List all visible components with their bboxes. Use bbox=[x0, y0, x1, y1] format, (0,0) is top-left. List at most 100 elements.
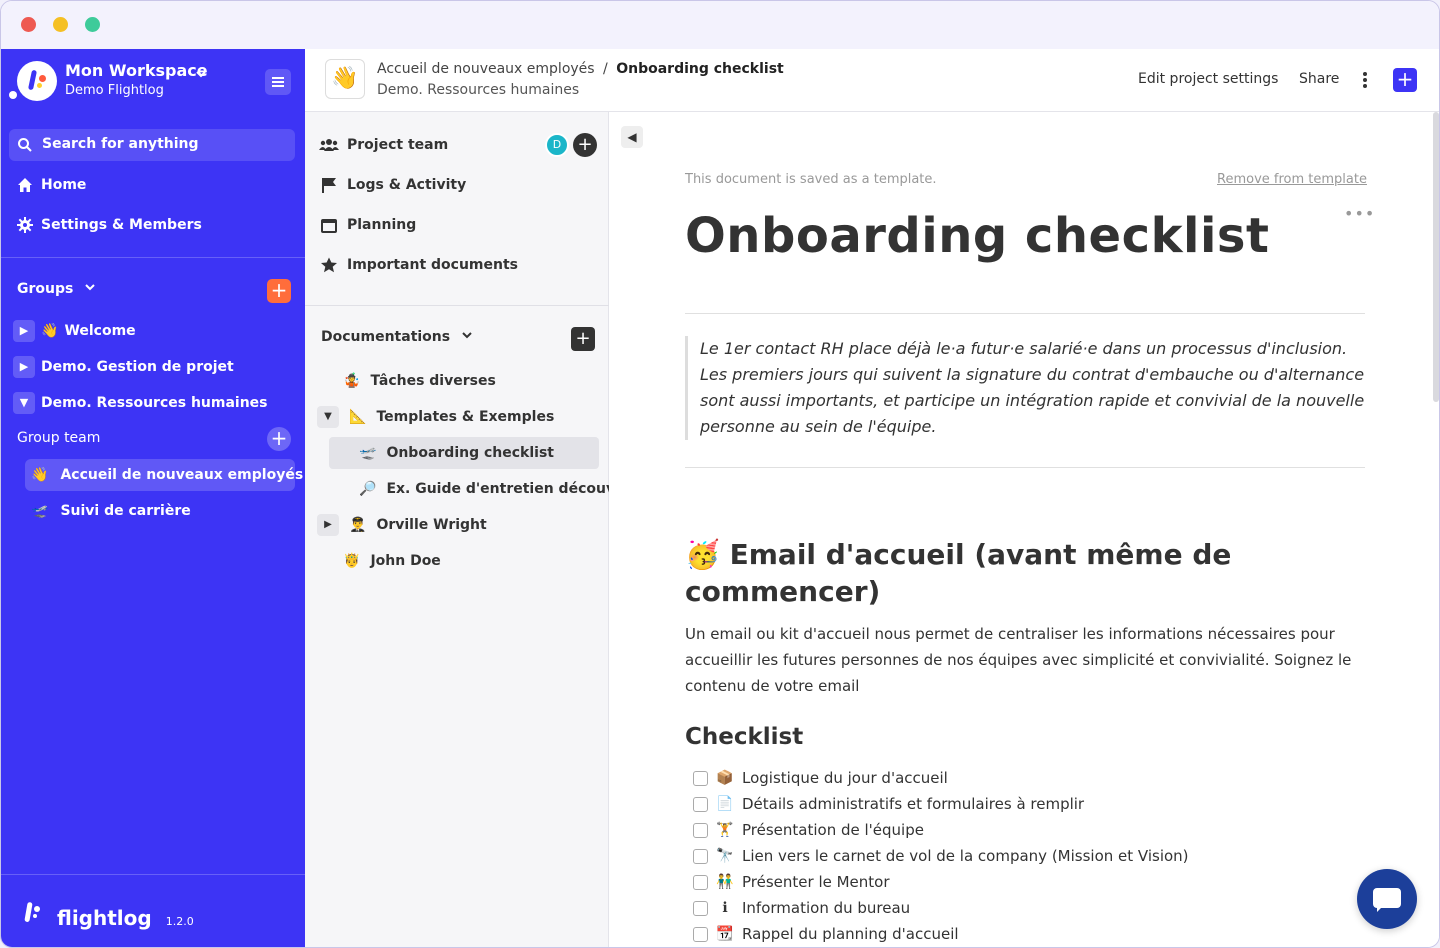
panel-item-important-docs[interactable]: Important documents bbox=[319, 253, 518, 277]
panel-item-logs[interactable]: Logs & Activity bbox=[319, 173, 466, 197]
document-title[interactable]: Onboarding checklist bbox=[685, 208, 1269, 264]
checkbox[interactable] bbox=[693, 770, 708, 786]
checklist-item[interactable]: 📄 Détails administratifs et formulaires … bbox=[693, 793, 1084, 815]
group-emoji: 👋 bbox=[41, 323, 59, 339]
checklist-item[interactable]: 📆 Rappel du planning d'accueil bbox=[693, 923, 959, 945]
intro-quote[interactable]: Le 1er contact RH place déjà le·a futur·… bbox=[685, 336, 1365, 440]
more-horizontal-icon[interactable]: ••• bbox=[1344, 204, 1375, 223]
add-button[interactable]: + bbox=[1393, 68, 1417, 92]
add-group-button[interactable]: + bbox=[267, 279, 291, 303]
doc-taches-diverses[interactable]: 🤹 Tâches diverses bbox=[343, 365, 496, 397]
project-emoji-icon[interactable]: 👋 bbox=[325, 59, 365, 99]
more-options-icon[interactable] bbox=[1357, 69, 1373, 91]
divider bbox=[305, 305, 609, 306]
remove-from-template-link[interactable]: Remove from template bbox=[1217, 172, 1367, 187]
sidebar-menu-button[interactable] bbox=[265, 69, 291, 95]
collapse-panel-icon[interactable]: ◀ bbox=[621, 126, 643, 148]
divider bbox=[685, 313, 1365, 314]
app-version: 1.2.0 bbox=[165, 915, 194, 928]
scrollbar[interactable] bbox=[1433, 112, 1439, 402]
checkbox[interactable] bbox=[693, 874, 708, 890]
chevron-down-icon[interactable]: ▼ bbox=[13, 392, 35, 414]
doc-guide-entretien[interactable]: 🔎 Ex. Guide d'entretien découve... bbox=[359, 473, 641, 505]
workspace-switcher[interactable]: Mon Workspace Demo Flightlog bbox=[9, 61, 297, 101]
groups-header[interactable]: Groups bbox=[17, 281, 96, 297]
sidebar-item-settings[interactable]: Settings & Members bbox=[17, 213, 202, 237]
calendar-icon bbox=[321, 219, 337, 233]
checkbox[interactable] bbox=[693, 796, 708, 812]
group-label: Demo. Gestion de projet bbox=[41, 359, 234, 375]
checklist-item[interactable]: 👬 Présenter le Mentor bbox=[693, 871, 890, 893]
item-emoji: 🔭 bbox=[716, 848, 734, 864]
chevron-down-icon bbox=[462, 332, 472, 339]
chevron-right-icon[interactable]: ▶ bbox=[317, 514, 339, 536]
group-gestion-projet[interactable]: ▶ Demo. Gestion de projet bbox=[13, 355, 234, 379]
checklist-heading[interactable]: Checklist bbox=[685, 724, 803, 750]
chat-support-button[interactable] bbox=[1357, 869, 1417, 929]
doc-emoji: 👨‍✈️ bbox=[349, 517, 367, 533]
gear-icon bbox=[17, 217, 33, 233]
checkbox[interactable] bbox=[693, 926, 708, 942]
item-emoji: 👬 bbox=[716, 874, 734, 890]
chevron-right-icon[interactable]: ▶ bbox=[13, 320, 35, 342]
sidebar-item-home[interactable]: Home bbox=[17, 173, 86, 197]
doc-label: John Doe bbox=[370, 553, 441, 569]
item-emoji: 📆 bbox=[716, 926, 734, 942]
breadcrumb-parent[interactable]: Accueil de nouveaux employés bbox=[377, 61, 595, 77]
checklist-item[interactable]: ℹ Information du bureau bbox=[693, 897, 910, 919]
search-input[interactable]: Search for anything bbox=[9, 129, 295, 161]
add-document-button[interactable]: + bbox=[571, 327, 595, 351]
add-team-member-button[interactable]: + bbox=[573, 133, 597, 157]
checklist-item[interactable]: 🔭 Lien vers le carnet de vol de la compa… bbox=[693, 845, 1189, 867]
share-button[interactable]: Share bbox=[1299, 71, 1339, 87]
project-suivi-carriere[interactable]: 🛫 Suivi de carrière bbox=[25, 495, 295, 527]
doc-label: Onboarding checklist bbox=[386, 445, 554, 461]
item-text: Lien vers le carnet de vol de la company… bbox=[742, 847, 1189, 865]
divider bbox=[1, 874, 305, 875]
doc-templates-exemples[interactable]: ▼ 📐 Templates & Exemples bbox=[317, 401, 554, 433]
group-welcome[interactable]: ▶ 👋 Welcome bbox=[13, 319, 136, 343]
group-ressources-humaines[interactable]: ▼ Demo. Ressources humaines bbox=[13, 391, 268, 415]
checkbox[interactable] bbox=[693, 900, 708, 916]
maximize-window-button[interactable] bbox=[85, 17, 100, 32]
group-team-label[interactable]: Group team bbox=[17, 430, 100, 446]
section-heading[interactable]: 🥳 Email d'accueil (avant même de commenc… bbox=[685, 536, 1285, 610]
project-emoji: 👋 bbox=[31, 467, 49, 483]
project-label: Suivi de carrière bbox=[60, 503, 191, 519]
chevron-right-icon[interactable]: ▶ bbox=[13, 356, 35, 378]
doc-label: Templates & Exemples bbox=[376, 409, 555, 425]
documentations-label: Documentations bbox=[321, 329, 451, 345]
checklist-item[interactable]: 🏋 Présentation de l'équipe bbox=[693, 819, 924, 841]
chevron-down-icon bbox=[196, 71, 206, 78]
sidebar-item-label: Settings & Members bbox=[41, 217, 202, 233]
doc-john-doe[interactable]: 🤴 John Doe bbox=[343, 545, 441, 577]
doc-emoji: 🤴 bbox=[343, 553, 361, 569]
checkbox[interactable] bbox=[693, 822, 708, 838]
project-panel: Project team D + Logs & Activity Plannin… bbox=[305, 112, 641, 947]
doc-label: Ex. Guide d'entretien découve... bbox=[386, 481, 641, 497]
panel-item-project-team[interactable]: Project team bbox=[319, 133, 448, 157]
document-view: ◀ This document is saved as a template. … bbox=[609, 112, 1439, 947]
workspace-logo-icon bbox=[17, 61, 57, 101]
divider bbox=[1, 257, 305, 258]
checkbox[interactable] bbox=[693, 848, 708, 864]
doc-orville-wright[interactable]: ▶ 👨‍✈️ Orville Wright bbox=[317, 509, 487, 541]
close-window-button[interactable] bbox=[21, 17, 36, 32]
section-paragraph[interactable]: Un email ou kit d'accueil nous permet de… bbox=[685, 621, 1365, 699]
doc-emoji: 📐 bbox=[349, 409, 367, 425]
doc-onboarding-checklist[interactable]: 🛫 Onboarding checklist bbox=[329, 437, 599, 469]
minimize-window-button[interactable] bbox=[53, 17, 68, 32]
item-emoji: ℹ bbox=[722, 900, 728, 916]
star-icon bbox=[321, 257, 337, 273]
project-accueil[interactable]: 👋 Accueil de nouveaux employés bbox=[25, 459, 303, 491]
checklist-item[interactable]: 📦 Logistique du jour d'accueil bbox=[693, 767, 948, 789]
doc-emoji: 🛫 bbox=[359, 445, 377, 461]
panel-item-planning[interactable]: Planning bbox=[319, 213, 416, 237]
flag-icon bbox=[322, 178, 336, 193]
groups-label: Groups bbox=[17, 281, 74, 297]
edit-project-settings-button[interactable]: Edit project settings bbox=[1138, 71, 1278, 87]
add-project-button[interactable]: + bbox=[267, 427, 291, 451]
team-member-avatar[interactable]: D bbox=[545, 133, 569, 157]
chevron-down-icon[interactable]: ▼ bbox=[317, 406, 339, 428]
documentations-header[interactable]: Documentations bbox=[321, 329, 473, 345]
